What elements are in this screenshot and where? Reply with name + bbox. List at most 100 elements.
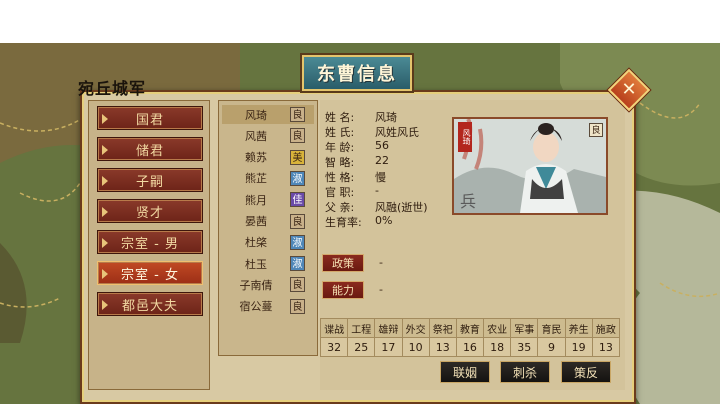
skill-header: 工程	[347, 318, 376, 338]
skill-header: 祭祀	[428, 318, 457, 338]
skill-value: 16	[455, 337, 485, 357]
info-label: 姓 氏:	[325, 126, 355, 139]
person-list-item[interactable]: 杜玉 淑	[222, 254, 314, 273]
info-label: 姓 名:	[325, 111, 355, 124]
person-list-item[interactable]: 熊月 佳	[222, 190, 314, 209]
skill-header: 军事	[510, 318, 539, 338]
trait-badge: 美	[290, 149, 305, 165]
skill-value: 13	[591, 337, 621, 357]
info-row: 官 职: -	[325, 184, 379, 200]
trait-badge: 淑	[290, 234, 305, 250]
person-list-item[interactable]: 风茜 良	[222, 126, 314, 145]
info-row: 年 龄: 56	[325, 139, 389, 155]
trait-badge: 良	[290, 128, 305, 144]
person-list-item[interactable]: 子南倩 良	[222, 275, 314, 294]
info-row: 智 略: 22	[325, 154, 389, 170]
info-row: 姓 名: 风琦	[325, 109, 397, 125]
category-label: 子嗣	[135, 174, 164, 190]
skill-value: 35	[510, 337, 539, 357]
info-label: 生育率:	[325, 216, 362, 229]
person-name: 风琦	[245, 108, 267, 122]
info-label: 年 龄:	[325, 141, 355, 154]
category-button[interactable]: 宗室 - 女	[97, 261, 203, 285]
person-list-item[interactable]: 晏茜 良	[222, 212, 314, 231]
skill-value: 13	[428, 337, 457, 357]
info-label: 官 职:	[325, 186, 355, 199]
trait-badge: 淑	[290, 256, 305, 272]
info-value: 56	[375, 139, 389, 152]
skill-header: 育民	[537, 318, 566, 338]
policy-label: 政策	[332, 257, 354, 270]
category-button[interactable]: 储君	[97, 137, 203, 161]
info-value: 慢	[375, 171, 386, 184]
policy-button[interactable]: 政策	[322, 254, 364, 272]
skill-header-row: 谍战 工程 雄辩 外交 祭祀 教育 农业 军事 育民 养生 施政	[319, 318, 621, 338]
info-label: 智 略:	[325, 156, 355, 169]
info-value: 风姓风氏	[375, 126, 419, 139]
info-row: 生育率: 0%	[325, 214, 392, 230]
portrait-image: 兵	[454, 119, 606, 213]
category-label: 宗室 - 女	[121, 267, 179, 283]
person-name: 杜棨	[245, 236, 267, 250]
trait-badge: 良	[290, 213, 305, 229]
person-list-item[interactable]: 赖苏 美	[222, 148, 314, 167]
skill-value: 18	[483, 337, 512, 357]
category-label: 储君	[135, 143, 164, 159]
close-icon: ✕	[621, 79, 637, 100]
person-list-item[interactable]: 宿公蔓 良	[222, 297, 314, 316]
info-value: 风琦	[375, 111, 397, 124]
person-name: 熊月	[245, 193, 267, 207]
info-row: 父 亲: 风融(逝世)	[325, 199, 428, 215]
person-name: 赖苏	[245, 151, 267, 165]
info-value: 22	[375, 154, 389, 167]
action-label: 联姻	[452, 365, 477, 380]
category-label: 宗室 - 男	[121, 236, 179, 252]
category-button[interactable]: 宗室 - 男	[97, 230, 203, 254]
skill-value: 32	[319, 337, 349, 357]
skill-value: 17	[374, 337, 403, 357]
window-title-plate: 东曹信息	[302, 55, 412, 91]
subvert-button[interactable]: 策反	[561, 361, 611, 383]
skill-stats-table: 谍战 工程 雄辩 外交 祭祀 教育 农业 军事 育民 养生 施政 32 25 17 10 13 16 18 35 9…	[319, 318, 621, 357]
person-name: 杜玉	[245, 257, 267, 271]
person-name: 熊芷	[245, 172, 267, 186]
category-label: 国君	[135, 112, 164, 128]
ability-value: -	[379, 283, 383, 296]
skill-header: 农业	[483, 318, 512, 338]
svg-text:兵: 兵	[460, 192, 476, 211]
action-label: 策反	[573, 365, 598, 380]
assassinate-button[interactable]: 刺杀	[500, 361, 550, 383]
info-label: 性 格:	[325, 171, 355, 184]
category-button[interactable]: 贤才	[97, 199, 203, 223]
person-name: 宿公蔓	[239, 300, 273, 314]
ability-button[interactable]: 能力	[322, 281, 364, 299]
skill-header: 养生	[564, 318, 593, 338]
map-region-label: 宛丘城军	[78, 79, 147, 98]
trait-badge: 良	[290, 298, 305, 314]
category-button[interactable]: 都邑大夫	[97, 292, 203, 316]
skill-value-row: 32 25 17 10 13 16 18 35 9 19 13	[319, 337, 621, 357]
person-list-item[interactable]: 熊芷 淑	[222, 169, 314, 188]
category-button[interactable]: 国君	[97, 106, 203, 130]
trait-badge: 淑	[290, 170, 305, 186]
portrait-name-tag: 风琦	[458, 122, 472, 152]
category-button[interactable]: 子嗣	[97, 168, 203, 192]
skill-value: 25	[347, 337, 376, 357]
trait-badge: 良	[290, 277, 305, 293]
info-label: 父 亲:	[325, 201, 355, 214]
category-label: 贤才	[135, 205, 164, 221]
ability-label: 能力	[332, 284, 354, 297]
marriage-button[interactable]: 联姻	[440, 361, 490, 383]
skill-value: 10	[401, 337, 430, 357]
trait-badge: 佳	[290, 192, 305, 208]
character-portrait: 兵	[452, 117, 608, 215]
person-list-item[interactable]: 杜棨 淑	[222, 233, 314, 252]
info-row: 姓 氏: 风姓风氏	[325, 124, 419, 140]
category-label: 都邑大夫	[121, 298, 178, 314]
info-value: -	[375, 184, 379, 197]
skill-value: 19	[564, 337, 593, 357]
info-row: 性 格: 慢	[325, 169, 386, 185]
person-list-item[interactable]: 风琦 良	[222, 105, 314, 124]
info-value: 0%	[375, 214, 393, 227]
person-name: 风茜	[245, 129, 267, 143]
